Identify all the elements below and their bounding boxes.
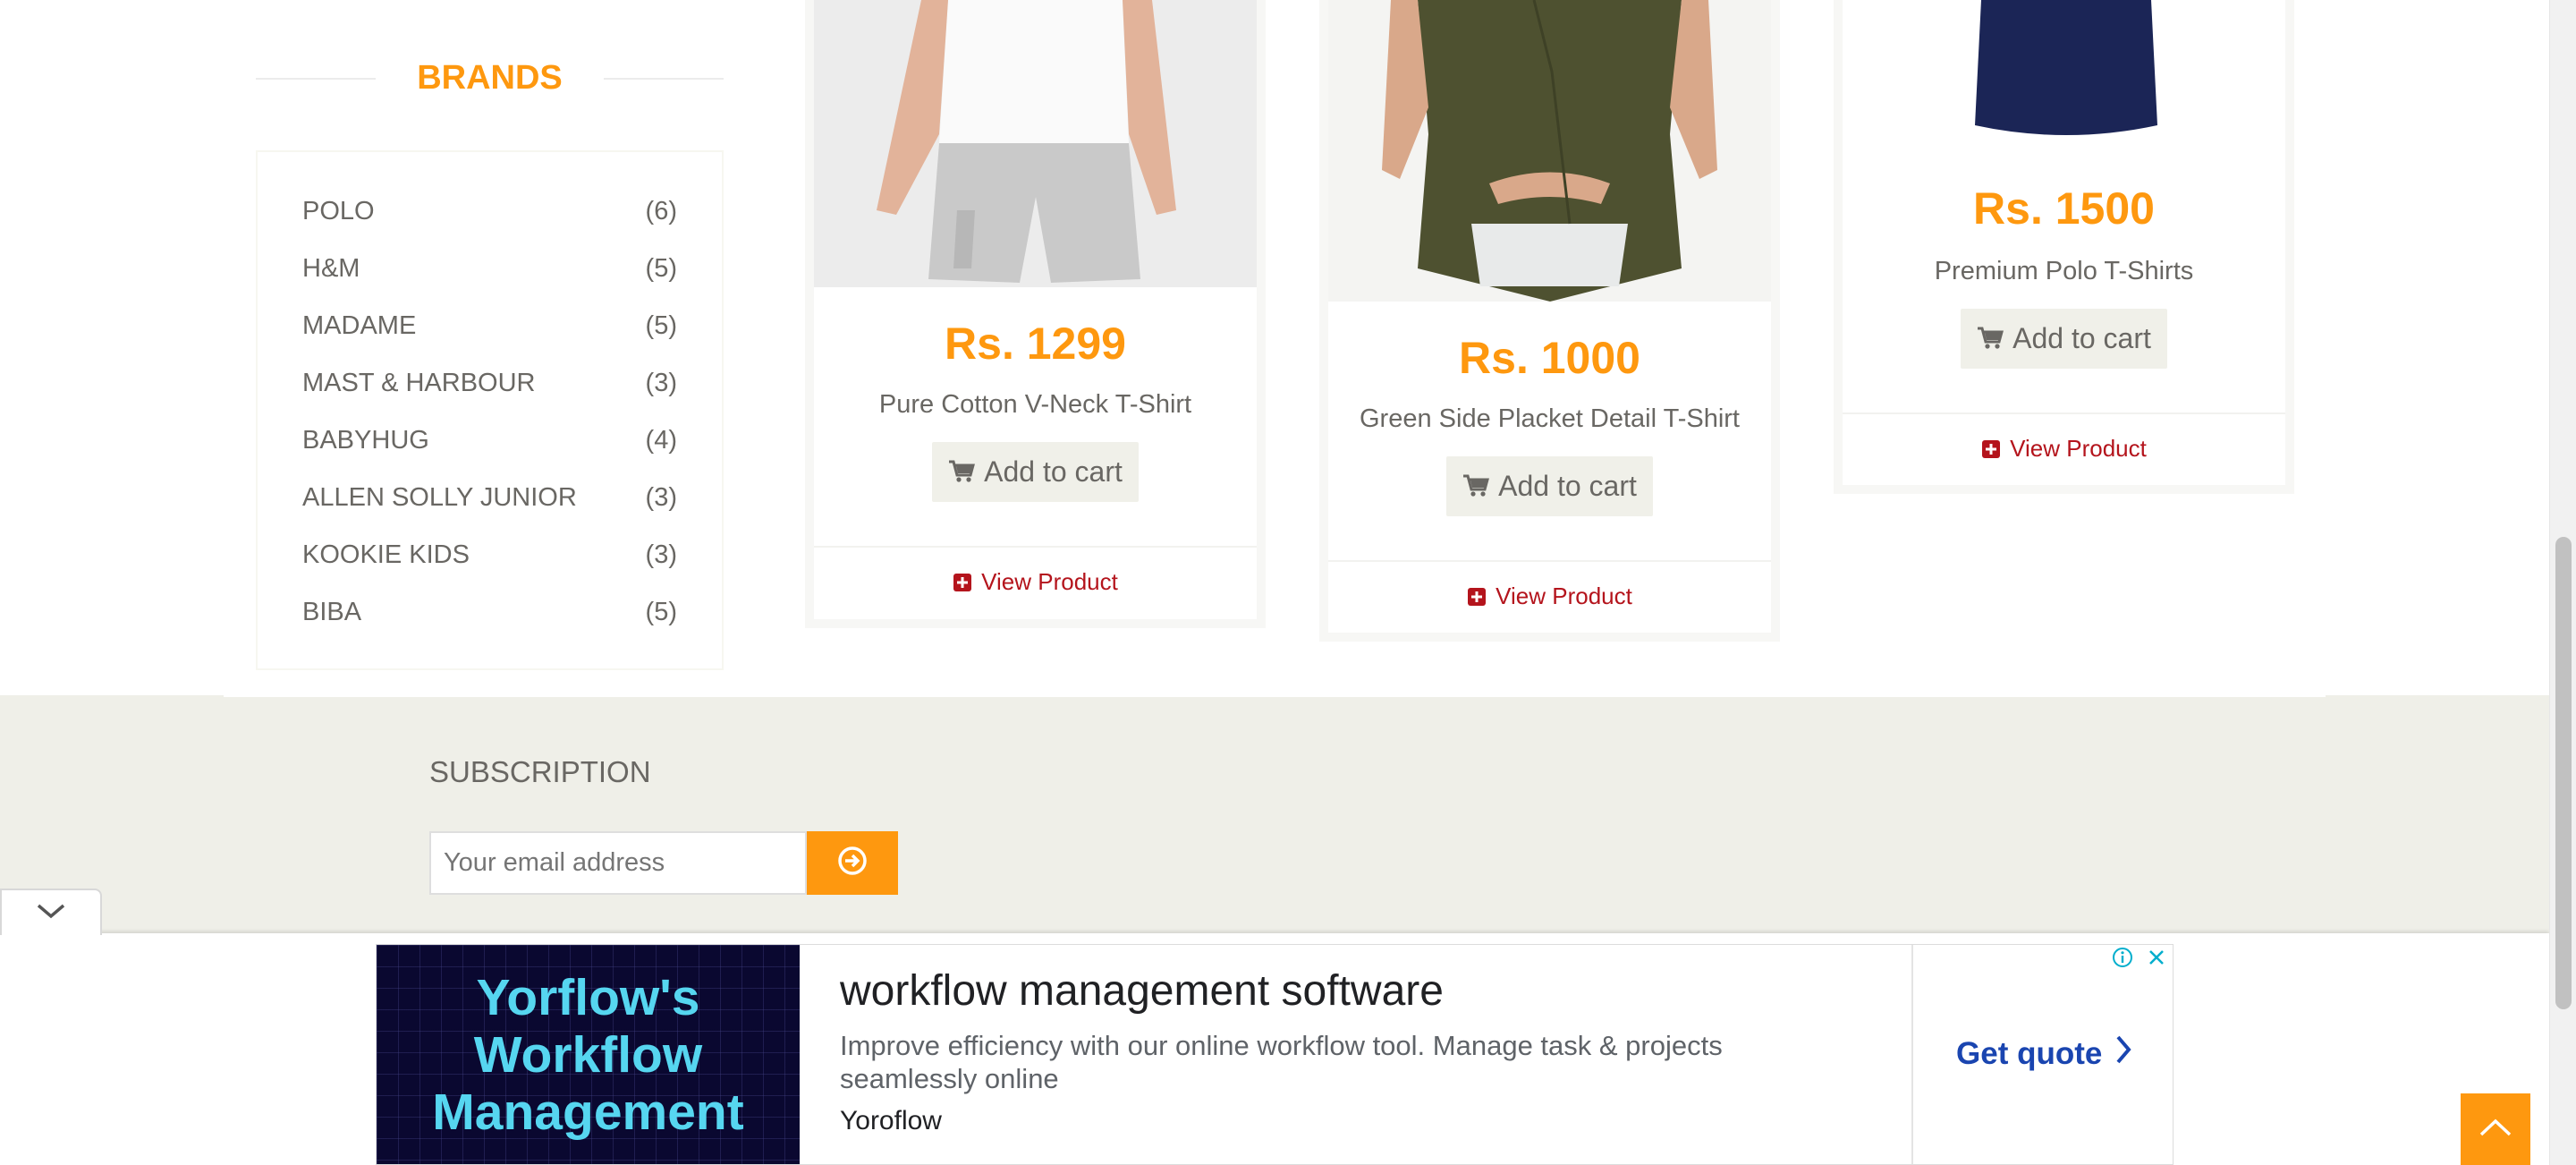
add-to-cart-label: Add to cart: [984, 455, 1123, 488]
product-image: [814, 0, 1257, 287]
product-name: Pure Cotton V-Neck T-Shirt: [878, 390, 1192, 419]
brand-item-babyhug[interactable]: BABYHUG (4): [302, 421, 677, 478]
divider: [604, 78, 724, 80]
scrollbar-thumb[interactable]: [2555, 537, 2572, 1009]
brand-item-allen-solly-junior[interactable]: ALLEN SOLLY JUNIOR (3): [302, 478, 677, 535]
shopping-cart-icon: [1462, 458, 1490, 518]
brand-item-biba[interactable]: BIBA (5): [302, 592, 677, 650]
brand-name[interactable]: ALLEN SOLLY JUNIOR: [302, 478, 577, 535]
close-icon[interactable]: [2146, 947, 2167, 973]
brand-name[interactable]: MAST & HARBOUR: [302, 363, 536, 421]
brand-name[interactable]: BABYHUG: [302, 421, 429, 478]
divider: [1328, 560, 1771, 562]
brand-name[interactable]: KOOKIE KIDS: [302, 535, 470, 592]
brand-count: (3): [645, 369, 677, 397]
ad-description: Improve efficiency with our online workf…: [840, 1030, 1723, 1094]
brand-count: (5): [645, 254, 677, 283]
divider: [1843, 412, 2285, 414]
view-product-link[interactable]: View Product: [1328, 582, 1771, 613]
brand-item-madame[interactable]: MADAME (5): [302, 306, 677, 363]
page-scrollbar[interactable]: [2549, 0, 2576, 1165]
get-quote-button[interactable]: Get quote: [1956, 1034, 2132, 1073]
shopping-cart-icon: [948, 444, 976, 504]
product-price: Rs. 1000: [1459, 333, 1640, 383]
ad-image[interactable]: Yorflow's Workflow Management: [377, 945, 800, 1164]
brand-count: (3): [645, 540, 677, 569]
info-icon[interactable]: [2112, 947, 2133, 973]
get-quote-label: Get quote: [1956, 1035, 2103, 1071]
view-product-label: View Product: [1496, 582, 1632, 609]
product-name: Premium Polo T-Shirts: [1934, 257, 2194, 285]
brand-name[interactable]: H&M: [302, 249, 360, 306]
brand-count: (3): [645, 483, 677, 512]
view-product-link[interactable]: View Product: [1843, 435, 2285, 465]
add-to-cart-button[interactable]: Add to cart: [932, 442, 1139, 502]
product-price: Rs. 1299: [945, 319, 1126, 369]
brand-item-mast-harbour[interactable]: MAST & HARBOUR (3): [302, 363, 677, 421]
view-product-label: View Product: [981, 568, 1118, 595]
subscribe-button[interactable]: [807, 831, 898, 895]
email-field[interactable]: [429, 831, 807, 895]
plus-square-icon: [1467, 585, 1487, 613]
product-card: Rs. 1299 Pure Cotton V-Neck T-Shirt Add …: [805, 0, 1266, 628]
brand-name[interactable]: BIBA: [302, 592, 361, 650]
brands-header: BRANDS: [256, 55, 724, 100]
product-card: Rs. 1500 Premium Polo T-Shirts Add to ca…: [1834, 0, 2294, 494]
subscription-title: SUBSCRIPTION: [429, 755, 651, 788]
brands-list: POLO (6) H&M (5) MADAME (5) MAST & HARBO…: [256, 150, 724, 670]
product-price: Rs. 1500: [1973, 183, 2155, 234]
brand-count: (4): [645, 426, 677, 455]
plus-square-icon: [1981, 438, 2001, 465]
ad-image-text: Yorflow's Workflow Management: [432, 968, 744, 1141]
brand-item-hm[interactable]: H&M (5): [302, 249, 677, 306]
chevron-down-icon: [36, 902, 66, 924]
brand-item-polo[interactable]: POLO (6): [302, 191, 677, 249]
plus-square-icon: [953, 571, 972, 599]
view-product-link[interactable]: View Product: [814, 568, 1257, 599]
product-image: [1843, 0, 2285, 143]
brand-count: (5): [645, 598, 677, 626]
add-to-cart-button[interactable]: Add to cart: [1446, 456, 1653, 516]
ad-collapse-button[interactable]: [0, 889, 102, 935]
divider: [1911, 945, 1913, 1164]
product-image: [1328, 0, 1771, 302]
chevron-up-icon: [2479, 1117, 2512, 1143]
ad-advertiser: Yoroflow: [840, 1106, 942, 1135]
product-card: Rs. 1000 Green Side Placket Detail T-Shi…: [1319, 0, 1780, 642]
arrow-circle-right-icon: [836, 845, 869, 881]
product-name: Green Side Placket Detail T-Shirt: [1360, 404, 1740, 433]
chevron-right-icon: [2114, 1034, 2132, 1073]
ad-banner[interactable]: Yorflow's Workflow Management workflow m…: [376, 944, 2174, 1165]
brand-item-kookie-kids[interactable]: KOOKIE KIDS (3): [302, 535, 677, 592]
divider: [814, 546, 1257, 548]
shopping-cart-icon: [1977, 310, 2004, 370]
brand-name[interactable]: POLO: [302, 191, 375, 249]
brand-count: (6): [645, 197, 677, 225]
add-to-cart-button[interactable]: Add to cart: [1961, 309, 2167, 369]
view-product-label: View Product: [2010, 435, 2147, 462]
add-to-cart-label: Add to cart: [1498, 470, 1637, 502]
brand-count: (5): [645, 311, 677, 340]
back-to-top-button[interactable]: [2461, 1093, 2530, 1165]
ad-headline[interactable]: workflow management software: [840, 966, 1444, 1016]
brand-name[interactable]: MADAME: [302, 306, 416, 363]
divider: [224, 695, 2326, 697]
add-to-cart-label: Add to cart: [2012, 322, 2151, 354]
